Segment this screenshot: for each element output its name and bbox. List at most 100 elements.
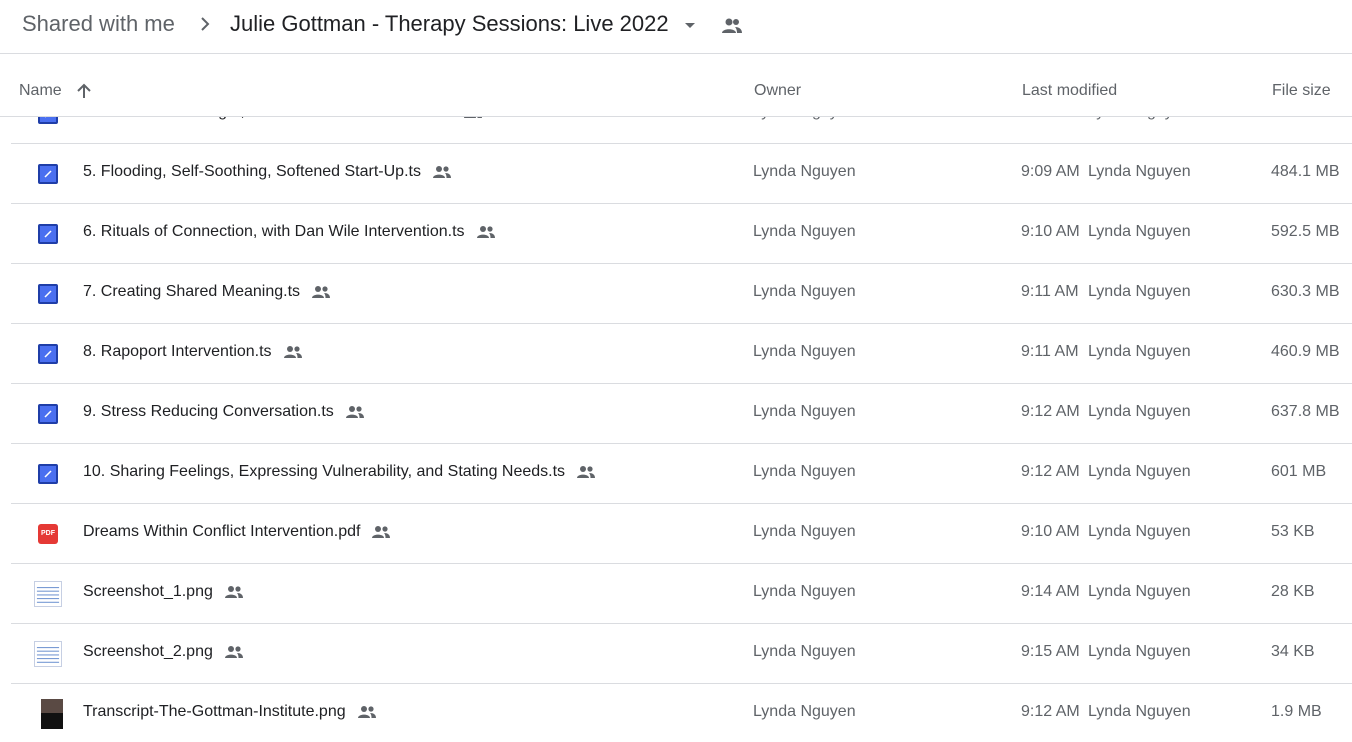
file-name[interactable]: 6. Rituals of Connection, with Dan Wile … [83,223,497,241]
people-icon [344,404,366,420]
file-modified-by: Lynda Nguyen [1088,463,1191,480]
people-icon [475,224,497,240]
file-modified-time: 9:12 AM [1021,463,1080,480]
file-name[interactable]: Transcript-The-Gottman-Institute.png [83,703,378,721]
file-name-text: 5. Flooding, Self-Soothing, Softened Sta… [83,163,421,180]
chevron-right-icon [201,17,210,31]
file-name-text: Transcript-The-Gottman-Institute.png [83,703,346,720]
file-owner: Lynda Nguyen [753,463,856,480]
image-file-icon [34,641,62,667]
file-size: 1.9 MB [1271,703,1322,720]
file-name[interactable]: 5. Flooding, Self-Soothing, Softened Sta… [83,163,453,181]
file-modified-by: Lynda Nguyen [1088,283,1191,300]
file-modified-by: Lynda Nguyen [1088,583,1191,600]
file-name-text: Screenshot_1.png [83,583,213,600]
file-owner: Lynda Nguyen [753,403,856,420]
file-modified-time: 9:11 AM [1021,283,1079,300]
file-row[interactable]: PDF Dreams Within Conflict Intervention.p… [11,504,1352,564]
people-icon [223,584,245,600]
image-file-icon [33,699,63,729]
file-row[interactable]: 9. Stress Reducing Conversation.ts Lynda … [11,384,1352,444]
file-modified-by: Lynda Nguyen [1088,343,1191,360]
file-owner: Lynda Nguyen [753,163,856,180]
people-icon [431,164,453,180]
file-row[interactable]: 8. Rapoport Intervention.ts Lynda Nguyen 9… [11,324,1352,384]
file-modified-by: Lynda Nguyen [1088,223,1191,240]
file-owner: Lynda Nguyen [753,283,856,300]
pdf-badge-label: PDF [41,530,55,537]
column-header-row: Name Owner Last modified File size [0,55,1352,117]
file-modified-by: Lynda Nguyen [1088,403,1191,420]
video-file-icon [38,224,58,244]
file-modified-by: Lynda Nguyen [1088,523,1191,540]
file-modified-time: 9:10 AM [1021,223,1080,240]
file-row[interactable]: 10. Sharing Feelings, Expressing Vulnera… [11,444,1352,504]
column-file-size[interactable]: File size [1272,82,1331,100]
breadcrumb-bar: Shared with me Julie Gottman - Therapy S… [0,0,1352,54]
image-file-icon [34,581,62,607]
video-file-icon [38,164,58,184]
file-name[interactable]: 9. Stress Reducing Conversation.ts [83,403,366,421]
file-name-text: Screenshot_2.png [83,643,213,660]
people-icon [356,704,378,720]
file-name-text: 10. Sharing Feelings, Expressing Vulnera… [83,463,566,480]
file-modified-time: 9:12 AM [1021,403,1080,420]
file-name[interactable]: Screenshot_2.png [83,643,245,661]
file-size: 484.1 MB [1271,163,1340,180]
video-file-icon [38,404,58,424]
column-owner[interactable]: Owner [754,82,801,100]
file-name-text: Dreams Within Conflict Intervention.pdf [83,523,361,540]
file-modified-time: 9:14 AM [1021,583,1080,600]
file-owner: Lynda Nguyen [753,643,856,660]
file-modified-time: 9:11 AM [1021,343,1079,360]
people-icon [223,644,245,660]
file-size: 34 KB [1271,643,1315,660]
file-row[interactable]: Screenshot_1.png Lynda Nguyen 9:14 AM Lynda… [11,564,1352,624]
file-row[interactable]: 6. Rituals of Connection, with Dan Wile … [11,204,1352,264]
pdf-file-icon: PDF [38,524,58,544]
column-last-modified[interactable]: Last modified [1022,82,1117,100]
people-icon [722,18,742,33]
file-name[interactable]: Dreams Within Conflict Intervention.pdf [83,523,392,541]
file-list: 4. Aftermath of a Fight, with Dan Wile I… [0,84,1352,742]
people-icon [370,524,392,540]
file-modified-time: 9:10 AM [1021,523,1080,540]
file-row[interactable]: 5. Flooding, Self-Soothing, Softened Sta… [11,144,1352,204]
people-icon [310,284,332,300]
file-modified-time: 9:09 AM [1021,163,1080,180]
file-row[interactable]: Transcript-The-Gottman-Institute.png Lynd… [11,684,1352,742]
file-name-text: 7. Creating Shared Meaning.ts [83,283,301,300]
file-name[interactable]: 10. Sharing Feelings, Expressing Vulnera… [83,463,597,481]
video-file-icon [38,344,58,364]
breadcrumb-current-folder[interactable]: Julie Gottman - Therapy Sessions: Live 2… [230,11,669,37]
file-modified-by: Lynda Nguyen [1088,643,1191,660]
people-icon [282,344,304,360]
file-owner: Lynda Nguyen [753,223,856,240]
file-size: 637.8 MB [1271,403,1340,420]
file-name-text: 6. Rituals of Connection, with Dan Wile … [83,223,465,240]
file-modified-time: 9:12 AM [1021,703,1080,720]
people-icon [575,464,597,480]
file-owner: Lynda Nguyen [753,583,856,600]
file-name-text: 9. Stress Reducing Conversation.ts [83,403,334,420]
file-size: 601 MB [1271,463,1327,480]
file-modified-time: 9:15 AM [1021,643,1080,660]
file-size: 630.3 MB [1271,283,1340,300]
file-row[interactable]: Screenshot_2.png Lynda Nguyen 9:15 AM Lynda… [11,624,1352,684]
breadcrumb-shared-with-me[interactable]: Shared with me [22,11,175,37]
file-name-text: 8. Rapoport Intervention.ts [83,343,272,360]
file-owner: Lynda Nguyen [753,703,856,720]
file-name[interactable]: 8. Rapoport Intervention.ts [83,343,304,361]
file-modified-by: Lynda Nguyen [1088,163,1191,180]
arrow-up-icon[interactable] [75,82,93,100]
column-name[interactable]: Name [19,82,62,100]
file-size: 53 KB [1271,523,1315,540]
file-name[interactable]: 7. Creating Shared Meaning.ts [83,283,332,301]
file-owner: Lynda Nguyen [753,523,856,540]
file-owner: Lynda Nguyen [753,343,856,360]
file-name[interactable]: Screenshot_1.png [83,583,245,601]
video-file-icon [38,284,58,304]
file-size: 460.9 MB [1271,343,1340,360]
caret-down-icon[interactable] [682,19,698,31]
file-row[interactable]: 7. Creating Shared Meaning.ts Lynda Nguye… [11,264,1352,324]
